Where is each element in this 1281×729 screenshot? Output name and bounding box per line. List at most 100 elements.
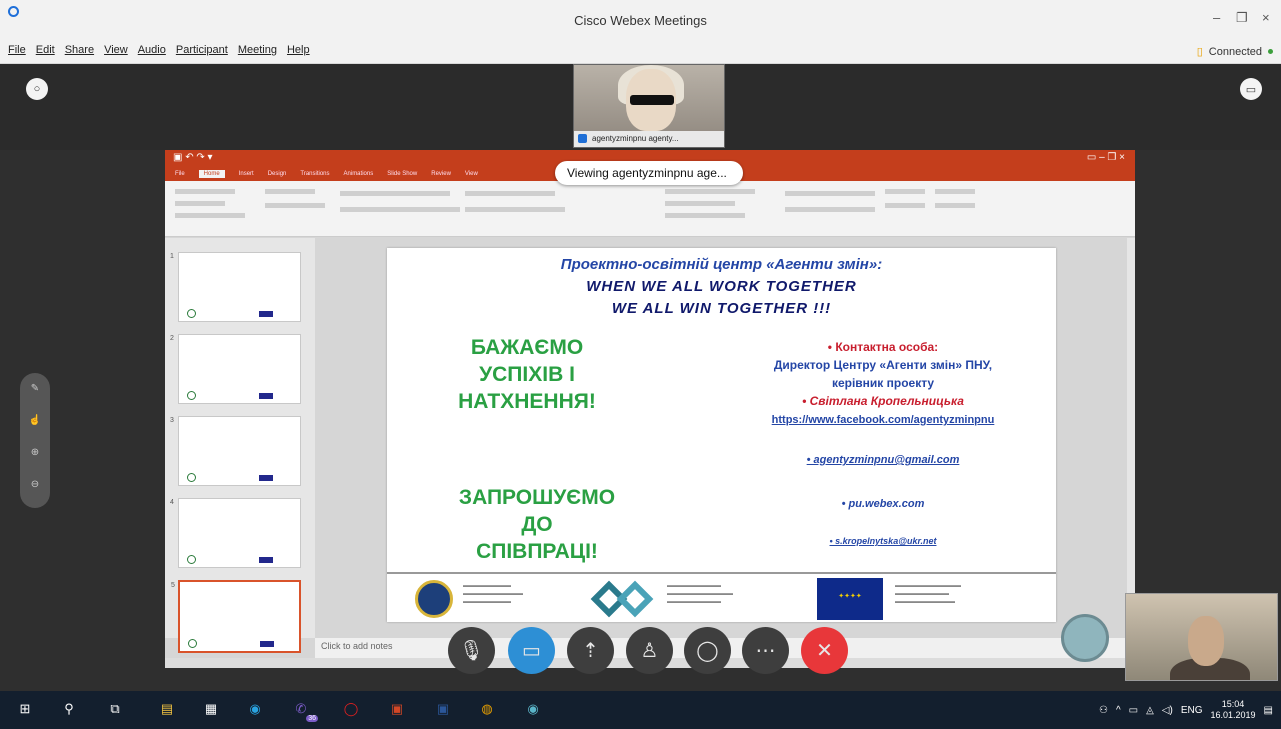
more-options-button[interactable]: ⋯ — [742, 627, 789, 674]
volume-icon[interactable]: ◁) — [1162, 705, 1173, 716]
file-explorer-icon[interactable]: ▤ — [156, 698, 178, 720]
ppt-tab-animations[interactable]: Animations — [344, 171, 374, 177]
notifications-icon[interactable]: ▤ — [1264, 705, 1273, 716]
panel-icon: ▭ — [1245, 83, 1257, 96]
start-icon[interactable]: ⊞ — [14, 698, 36, 720]
participants-icon: ♙ — [640, 640, 659, 662]
telegram-icon[interactable]: ◉ — [244, 698, 266, 720]
ppt-window-controls: ▭ – ❐ × — [1086, 152, 1125, 163]
calculator-icon[interactable]: ▦ — [200, 698, 222, 720]
slide-thumbnail[interactable]: 1 — [170, 252, 301, 322]
window-title: Cisco Webex Meetings — [574, 13, 707, 28]
powerpoint-icon[interactable]: ▣ — [386, 698, 408, 720]
active-speaker-indicator[interactable] — [1061, 614, 1109, 662]
camera-icon: ▭ — [522, 640, 541, 662]
ppt-tab-home[interactable]: Home — [198, 170, 225, 178]
ppt-tab-transitions[interactable]: Transitions — [300, 171, 329, 177]
word-icon[interactable]: ▣ — [432, 698, 454, 720]
ppt-tab-review[interactable]: Review — [431, 171, 451, 177]
minimize-button[interactable]: – — [1213, 10, 1220, 25]
self-view-video[interactable] — [1125, 593, 1278, 681]
annotate-icon[interactable]: ✎ — [28, 383, 42, 394]
share-button[interactable]: ⇡ — [567, 627, 614, 674]
menu-view[interactable]: View — [104, 44, 128, 56]
presenter-video[interactable]: agentyzminpnu agenty... — [573, 64, 725, 148]
slide-thumbnail[interactable]: 3 — [170, 416, 301, 486]
eu-flag-icon: ✦✦✦✦ — [817, 578, 883, 620]
windows-taskbar: ⊞ ⚲ ⧉ ▤ ▦ ◉ ✆ 36 ◯ ▣ ▣ ◍ ◉ ⚇ ^ ▭ ◬ ◁) ENG… — [0, 691, 1281, 729]
slide-title-line2: WHEN WE ALL WORK TOGETHER — [586, 278, 857, 295]
menu-share[interactable]: Share — [65, 44, 94, 56]
chat-button[interactable]: ◯ — [684, 627, 731, 674]
slide-scrollbar[interactable] — [1127, 238, 1135, 638]
menu-audio[interactable]: Audio — [138, 44, 166, 56]
webex-link[interactable]: • pu.webex.com — [713, 498, 1053, 510]
ppt-quick-access-icons: ▣ ↶ ↷ ▾ — [173, 152, 213, 163]
ppt-tab-slideshow[interactable]: Slide Show — [387, 171, 417, 177]
email-link[interactable]: • agentyzminpnu@gmail.com — [713, 454, 1053, 466]
menu-meeting[interactable]: Meeting — [238, 44, 277, 56]
tray-chevron-icon[interactable]: ^ — [1116, 705, 1121, 716]
eu-text: ▬▬▬▬▬▬▬▬▬▬▬ ▬▬▬▬▬▬▬▬▬ ▬▬▬▬▬▬▬▬▬▬ — [895, 583, 961, 605]
slide-thumbnail[interactable]: 4 — [170, 498, 301, 568]
chrome-icon[interactable]: ◍ — [476, 698, 498, 720]
contact-role1: Директор Центру «Агенти змін» ПНУ, — [773, 358, 993, 372]
annotation-toolbar: ✎ ☝ ⊕ ⊖ — [20, 373, 50, 508]
zoom-out-icon[interactable]: ⊖ — [28, 479, 42, 490]
restore-button[interactable]: ❐ — [1236, 10, 1248, 26]
task-view-icon[interactable]: ⧉ — [104, 698, 126, 720]
ppt-tab-view[interactable]: View — [465, 171, 478, 177]
connection-dot-icon — [1268, 49, 1273, 54]
webex-taskbar-icon[interactable]: ◉ — [522, 698, 544, 720]
email2-link[interactable]: • s.kropelnytska@ukr.net — [713, 536, 1053, 546]
mute-button[interactable]: 🎙 — [448, 627, 495, 674]
window-title-bar: Cisco Webex Meetings – ❐ × — [0, 0, 1281, 42]
ppt-ribbon — [165, 181, 1135, 237]
opera-icon[interactable]: ◯ — [340, 698, 362, 720]
slide-thumbnails-pane: 1 2 3 4 5 — [165, 238, 315, 653]
input-language[interactable]: ENG — [1181, 705, 1203, 716]
search-icon[interactable]: ⚲ — [58, 698, 80, 720]
facebook-link[interactable]: https://www.facebook.com/agentyzminpnu — [713, 414, 1053, 426]
contact-role2: керівник проекту — [831, 376, 935, 390]
more-icon: ⋯ — [755, 640, 776, 662]
clock[interactable]: 15:04 16.01.2019 — [1211, 699, 1256, 721]
connection-label: Connected — [1208, 45, 1262, 58]
university-logo-icon — [415, 580, 453, 618]
ppt-tab-design[interactable]: Design — [268, 171, 287, 177]
ppt-tab-file[interactable]: File — [175, 171, 185, 177]
menu-file[interactable]: File — [8, 44, 26, 56]
ppt-tab-insert[interactable]: Insert — [239, 171, 254, 177]
chat-bubble-icon: ◯ — [696, 640, 719, 662]
system-tray: ⚇ ^ ▭ ◬ ◁) ENG 15:04 16.01.2019 ▤ — [1099, 699, 1273, 721]
slide-footer-logos: ▬▬▬▬▬▬▬▬ ▬▬▬▬▬▬▬▬▬▬ ▬▬▬▬▬▬▬▬ ▬▬▬▬▬▬▬▬▬ ▬▬▬▬… — [387, 572, 1056, 622]
participants-button[interactable]: ♙ — [626, 627, 673, 674]
zoom-in-icon[interactable]: ⊕ — [28, 447, 42, 458]
contact-label: • Контактна особа: — [827, 340, 939, 354]
chat-panel-button[interactable]: ▭ — [1240, 78, 1262, 100]
viber-icon[interactable]: ✆ 36 — [290, 698, 318, 722]
end-meeting-button[interactable]: ✕ — [801, 627, 848, 674]
battery-icon[interactable]: ▭ — [1129, 705, 1138, 716]
wish-text: БАЖАЄМО УСПІХІВ І НАТХНЕННЯ! — [458, 336, 596, 413]
university-text: ▬▬▬▬▬▬▬▬ ▬▬▬▬▬▬▬▬▬▬ ▬▬▬▬▬▬▬▬ — [463, 583, 523, 605]
menu-bar: File Edit Share View Audio Participant M… — [0, 42, 1281, 64]
close-button[interactable]: × — [1262, 10, 1270, 25]
slide-title-line1: Проектно-освітній центр «Агенти змін»: — [560, 256, 883, 273]
people-icon[interactable]: ⚇ — [1099, 705, 1108, 716]
network-icon[interactable]: ◬ — [1146, 705, 1154, 716]
connection-status[interactable]: ▯ Connected — [1197, 45, 1273, 58]
self-face — [1188, 616, 1224, 666]
menu-help[interactable]: Help — [287, 44, 310, 56]
info-icon: ○ — [33, 83, 41, 95]
pointer-icon[interactable]: ☝ — [28, 415, 42, 426]
slide-thumbnail-selected[interactable]: 5 — [171, 580, 301, 653]
video-button[interactable]: ▭ — [508, 627, 555, 674]
shared-powerpoint-window[interactable]: ▣ ↶ ↷ ▾ ▭ – ❐ × File Home Insert Design … — [165, 150, 1135, 668]
meeting-info-button[interactable]: ○ — [26, 78, 48, 100]
slide-thumbnail[interactable]: 2 — [170, 334, 301, 404]
center-text: ▬▬▬▬▬▬▬▬▬ ▬▬▬▬▬▬▬▬▬▬▬ ▬▬▬▬▬▬▬▬▬ — [667, 583, 733, 605]
menu-edit[interactable]: Edit — [36, 44, 55, 56]
menu-participant[interactable]: Participant — [176, 44, 228, 56]
center-logo-icon — [590, 580, 656, 618]
